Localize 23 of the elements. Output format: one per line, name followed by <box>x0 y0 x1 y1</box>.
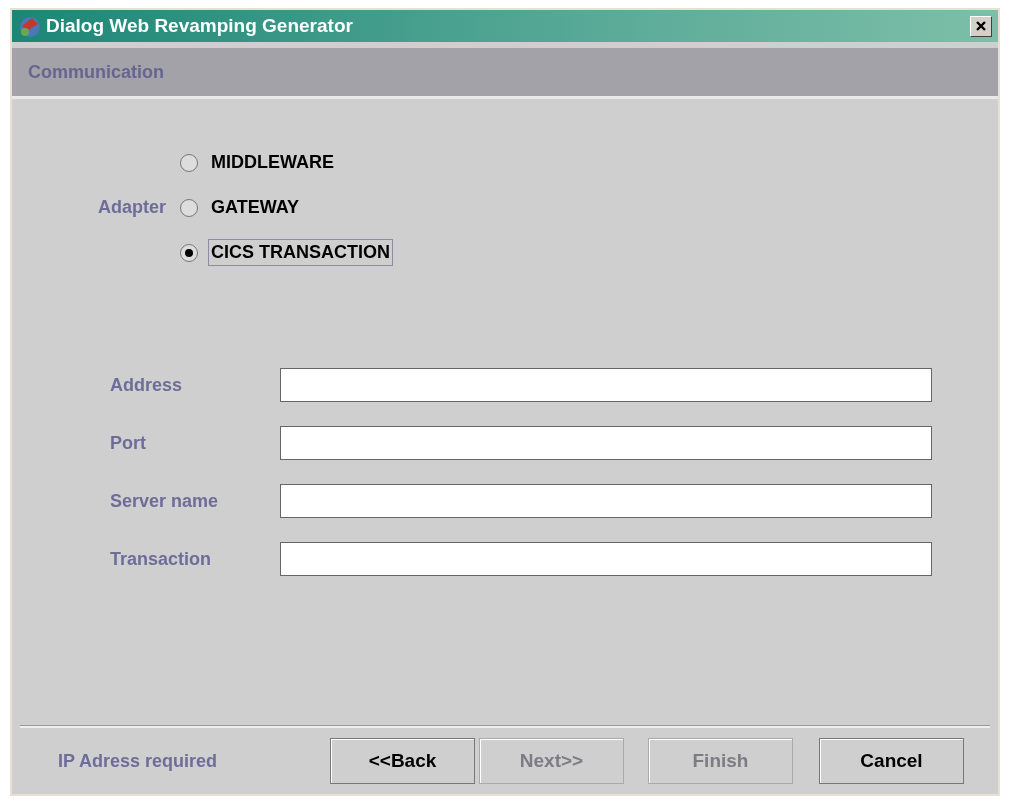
input-field[interactable] <box>280 542 932 576</box>
input-field[interactable] <box>280 368 932 402</box>
radio-label[interactable]: MIDDLEWARE <box>208 149 337 176</box>
section-title: Communication <box>28 61 164 83</box>
input-field[interactable] <box>280 426 932 460</box>
dialog-button[interactable]: <<Back <box>330 738 475 784</box>
dialog-button[interactable]: Cancel <box>819 738 964 784</box>
radio-label[interactable]: CICS TRANSACTION <box>208 239 393 266</box>
close-button[interactable] <box>970 15 992 37</box>
radio-label[interactable]: GATEWAY <box>208 194 303 221</box>
adapter-label: Adapter <box>98 197 166 218</box>
radio-button[interactable] <box>180 198 198 217</box>
input-field[interactable] <box>280 484 932 518</box>
window-title: Dialog Web Revamping Generator <box>46 15 354 37</box>
field-label: Server name <box>110 490 220 512</box>
app-icon <box>18 14 42 38</box>
radio-button[interactable] <box>180 153 198 172</box>
field-label: Port <box>110 432 147 454</box>
field-label: Transaction <box>110 548 213 570</box>
close-icon <box>975 20 987 32</box>
radio-button[interactable] <box>180 243 198 262</box>
status-message: IP Adress required <box>58 750 219 772</box>
field-label: Address <box>110 374 184 396</box>
